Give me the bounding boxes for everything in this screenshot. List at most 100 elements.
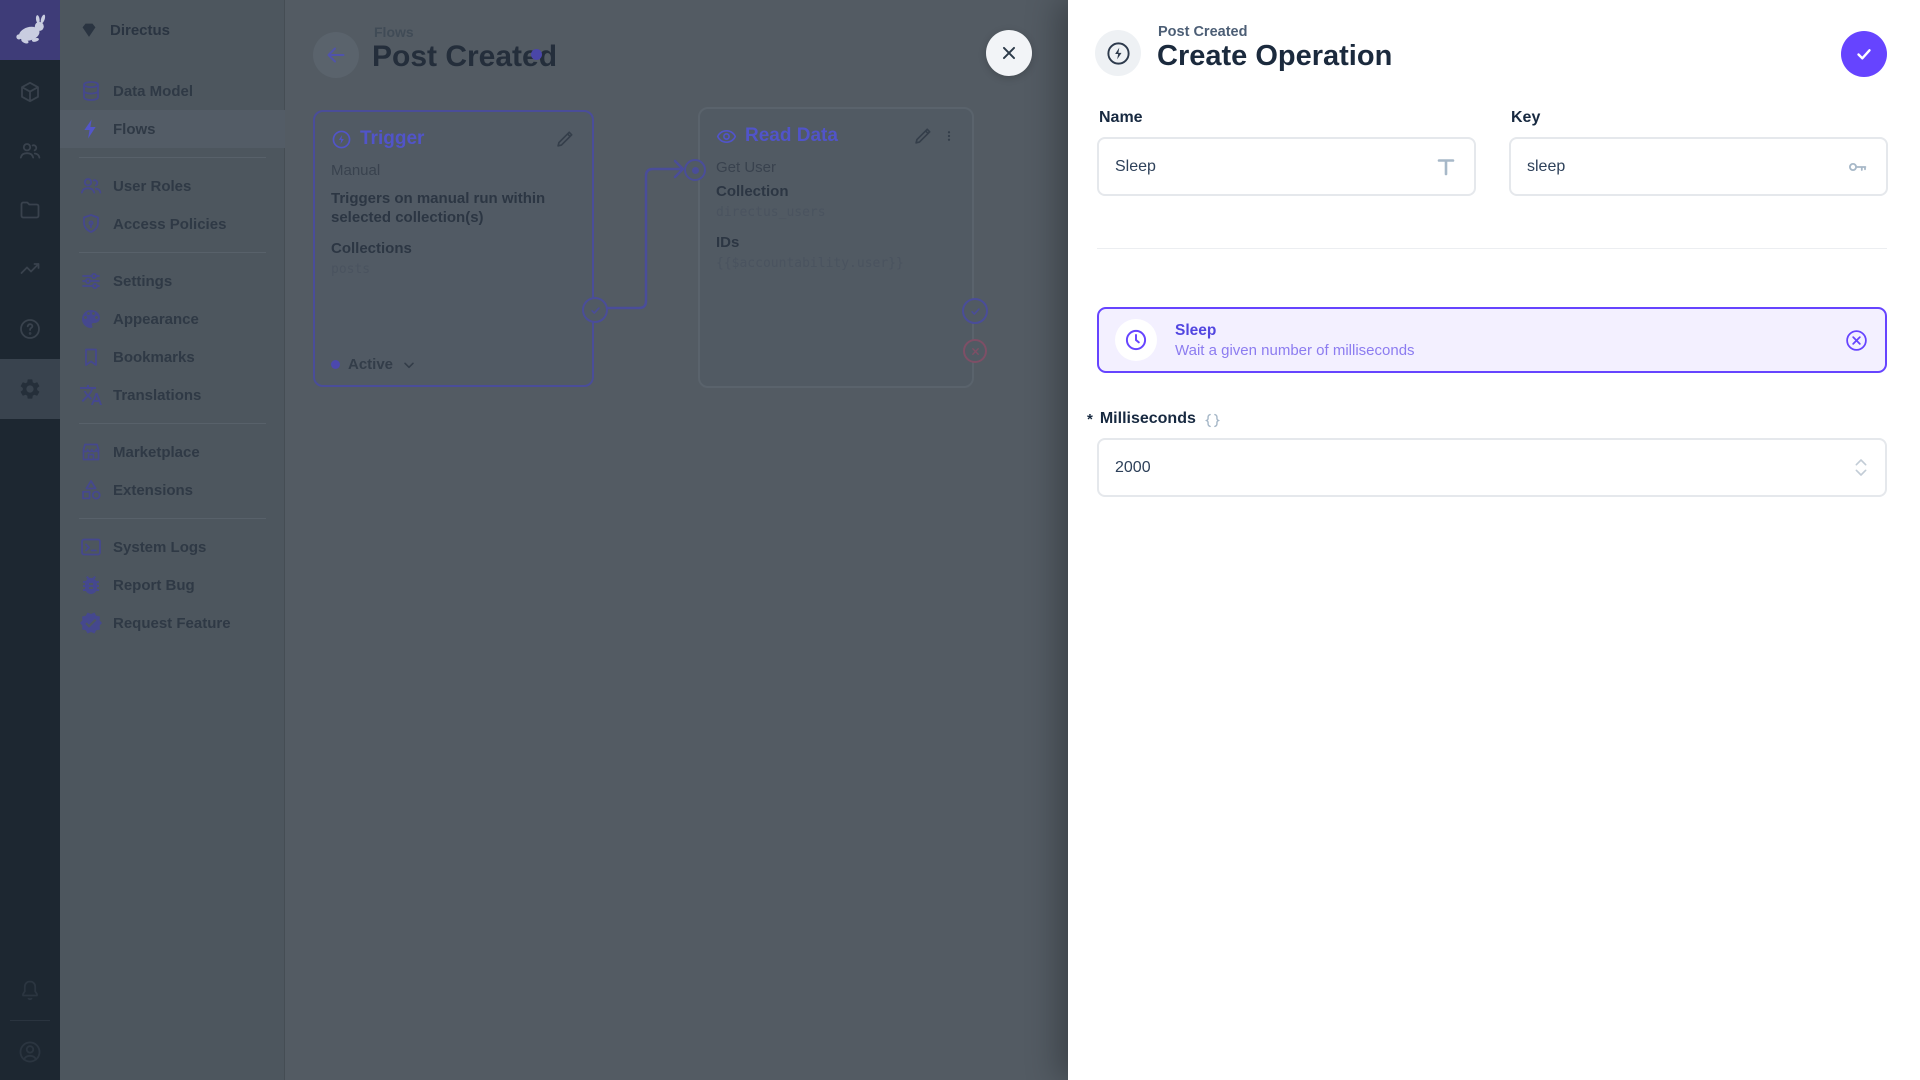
ids-value: {{$accountability.user}} bbox=[716, 256, 904, 272]
active-label: Active bbox=[348, 356, 394, 373]
sidebar-item-bookmarks[interactable]: Bookmarks bbox=[60, 338, 285, 376]
sidebar-item-marketplace[interactable]: Marketplace bbox=[60, 433, 285, 471]
close-drawer-button[interactable] bbox=[986, 30, 1032, 76]
bookmark-icon bbox=[79, 345, 103, 369]
project-gem-icon bbox=[82, 23, 96, 37]
edit-trigger-icon[interactable] bbox=[554, 128, 576, 150]
trigger-description: Triggers on manual run within selected c… bbox=[331, 190, 546, 227]
feature-badge-icon bbox=[79, 611, 103, 635]
module-files[interactable] bbox=[0, 180, 60, 240]
stepper-up-icon[interactable] bbox=[1853, 457, 1869, 467]
module-bar bbox=[0, 0, 60, 1080]
bolt-icon bbox=[79, 117, 103, 141]
module-content[interactable] bbox=[0, 62, 60, 122]
read-data-input-handle[interactable] bbox=[684, 159, 706, 181]
trigger-panel[interactable]: Trigger Manual Triggers on manual run wi… bbox=[313, 110, 608, 387]
back-button[interactable] bbox=[313, 32, 359, 78]
operation-type-name: Sleep bbox=[1175, 321, 1217, 339]
sidebar-item-system-logs[interactable]: System Logs bbox=[60, 528, 285, 566]
nav-sidebar: Directus Data Model Flows User Roles Acc… bbox=[60, 0, 285, 1080]
project-header[interactable]: Directus bbox=[60, 0, 285, 60]
more-options-icon[interactable] bbox=[942, 125, 956, 147]
trigger-panel-title: Trigger bbox=[360, 128, 425, 149]
avatar-icon bbox=[19, 1041, 41, 1063]
module-settings[interactable] bbox=[0, 359, 60, 419]
trigger-collections-value: posts bbox=[331, 261, 371, 277]
operation-name: Get User bbox=[716, 159, 777, 176]
module-users[interactable] bbox=[0, 121, 60, 181]
edit-operation-icon[interactable] bbox=[912, 125, 934, 147]
reject-handle[interactable] bbox=[963, 339, 987, 363]
directus-logo[interactable] bbox=[0, 0, 60, 60]
gear-icon bbox=[20, 379, 40, 399]
flow-title: Post Created bbox=[372, 40, 558, 73]
check-icon bbox=[1857, 49, 1871, 60]
collection-label: Collection bbox=[716, 183, 789, 201]
name-field-label: Name bbox=[1099, 109, 1143, 126]
users-icon bbox=[79, 174, 103, 198]
sidebar-item-data-model[interactable]: Data Model bbox=[60, 72, 285, 110]
flow-status-toggle[interactable]: Active bbox=[331, 356, 417, 373]
bolt-circle-icon bbox=[1106, 41, 1130, 65]
sidebar-item-translations[interactable]: Translations bbox=[60, 376, 285, 414]
storefront-icon bbox=[79, 440, 103, 464]
chevron-down-icon bbox=[401, 357, 417, 373]
milliseconds-input[interactable] bbox=[1115, 458, 1853, 477]
bug-icon bbox=[79, 573, 103, 597]
nav-divider bbox=[60, 243, 285, 262]
eye-icon bbox=[716, 126, 737, 147]
drawer-title: Create Operation bbox=[1157, 40, 1393, 72]
sidebar-item-appearance[interactable]: Appearance bbox=[60, 300, 285, 338]
key-input[interactable] bbox=[1527, 157, 1846, 176]
save-button[interactable] bbox=[1841, 31, 1887, 77]
deselect-operation-icon[interactable] bbox=[1844, 328, 1869, 353]
resolve-handle[interactable] bbox=[962, 298, 988, 324]
bolt-circle-icon bbox=[331, 129, 352, 150]
milliseconds-field bbox=[1097, 438, 1887, 497]
drawer-breadcrumb: Post Created bbox=[1158, 24, 1248, 40]
read-data-panel[interactable]: Read Data Get User Collection directus_u… bbox=[684, 107, 988, 388]
bell-icon bbox=[22, 980, 38, 1001]
terminal-icon bbox=[79, 535, 103, 559]
stepper-down-icon[interactable] bbox=[1853, 468, 1869, 478]
operation-header-icon bbox=[1095, 30, 1141, 76]
milliseconds-label-row: * Milliseconds bbox=[1087, 410, 1222, 430]
module-help[interactable] bbox=[0, 299, 60, 359]
database-icon bbox=[79, 79, 103, 103]
notifications-button[interactable] bbox=[0, 960, 60, 1020]
raw-value-icon[interactable] bbox=[1203, 411, 1222, 430]
required-marker: * bbox=[1087, 411, 1093, 428]
nav-divider bbox=[60, 414, 285, 433]
sidebar-item-extensions[interactable]: Extensions bbox=[60, 471, 285, 509]
category-icon bbox=[79, 478, 103, 502]
insights-icon bbox=[20, 263, 40, 274]
active-dot bbox=[331, 360, 340, 369]
module-bar-divider bbox=[10, 1020, 50, 1021]
selected-operation-card[interactable]: Sleep Wait a given number of millisecond… bbox=[1097, 307, 1887, 373]
sidebar-item-access-policies[interactable]: Access Policies bbox=[60, 205, 285, 243]
rabbit-logo-icon bbox=[16, 14, 46, 44]
collection-value: directus_users bbox=[716, 205, 826, 221]
name-input[interactable] bbox=[1115, 157, 1434, 176]
sidebar-item-request-feature[interactable]: Request Feature bbox=[60, 604, 285, 642]
read-data-panel-title: Read Data bbox=[745, 125, 838, 146]
ids-label: IDs bbox=[716, 234, 740, 251]
sidebar-item-report-bug[interactable]: Report Bug bbox=[60, 566, 285, 604]
key-field bbox=[1509, 137, 1888, 196]
breadcrumb-flows[interactable]: Flows bbox=[374, 24, 414, 40]
users-icon bbox=[19, 143, 41, 159]
operation-type-description: Wait a given number of milliseconds bbox=[1175, 341, 1415, 359]
trigger-output-handle[interactable] bbox=[582, 297, 608, 323]
translate-icon bbox=[79, 383, 103, 407]
number-stepper bbox=[1853, 457, 1869, 478]
flow-status-dot bbox=[531, 49, 542, 60]
sidebar-item-user-roles[interactable]: User Roles bbox=[60, 167, 285, 205]
user-avatar[interactable] bbox=[0, 1022, 60, 1080]
module-insights[interactable] bbox=[0, 239, 60, 299]
title-format-icon bbox=[1434, 155, 1458, 179]
nav-divider bbox=[60, 509, 285, 528]
shield-icon bbox=[79, 212, 103, 236]
sidebar-item-flows[interactable]: Flows bbox=[60, 110, 285, 148]
tune-icon bbox=[79, 269, 103, 293]
sidebar-item-settings[interactable]: Settings bbox=[60, 262, 285, 300]
